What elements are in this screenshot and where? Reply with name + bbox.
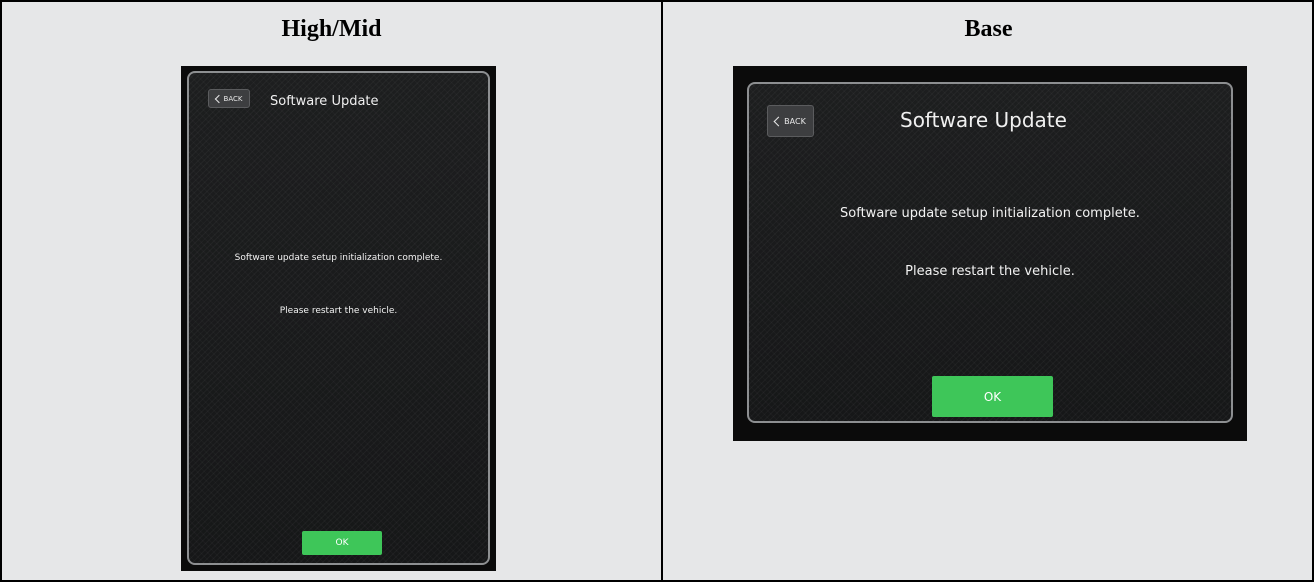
- instruction-message: Please restart the vehicle.: [905, 264, 1075, 279]
- status-message: Software update setup initialization com…: [840, 206, 1140, 221]
- back-button-label: BACK: [223, 94, 243, 103]
- chevron-left-icon: [773, 116, 784, 126]
- back-button[interactable]: BACK: [767, 105, 814, 137]
- instruction-message: Please restart the vehicle.: [279, 306, 398, 316]
- ok-button[interactable]: OK: [932, 376, 1053, 417]
- column-heading-high-mid: High/Mid: [281, 16, 382, 42]
- comparison-table: High/Mid Base BACK Software Update Softw…: [0, 0, 1314, 582]
- chevron-left-icon: [214, 94, 223, 103]
- screen-title: Software Update: [270, 94, 379, 109]
- screen-title: Software Update: [900, 108, 1067, 132]
- column-divider: [661, 2, 663, 580]
- back-button-label: BACK: [784, 116, 806, 126]
- ok-button[interactable]: OK: [302, 531, 382, 555]
- back-button[interactable]: BACK: [208, 89, 250, 108]
- high-mid-display: BACK Software Update Software update set…: [187, 71, 490, 565]
- status-message: Software update setup initialization com…: [234, 253, 443, 263]
- high-mid-screenshot: BACK Software Update Software update set…: [181, 66, 496, 571]
- column-heading-base: Base: [964, 16, 1013, 42]
- base-display: BACK Software Update Software update set…: [747, 82, 1233, 423]
- base-screenshot: BACK Software Update Software update set…: [733, 66, 1247, 441]
